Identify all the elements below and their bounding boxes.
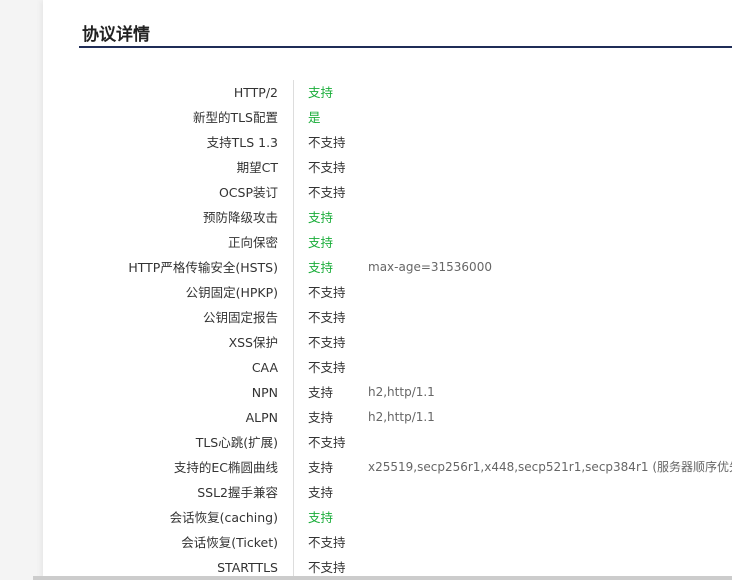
row-label: HTTP/2: [233, 85, 278, 100]
row-value: 支持: [308, 385, 334, 400]
row-value: 不支持: [308, 135, 346, 150]
row-value: 不支持: [308, 185, 346, 200]
row-label: HTTP严格传输安全(HSTS): [128, 260, 278, 275]
row-label: 会话恢复(caching): [169, 510, 278, 525]
row-value: 不支持: [308, 360, 346, 375]
table-row: HTTP严格传输安全(HSTS) 支持 max-age=31536000: [0, 255, 732, 280]
table-row: 公钥固定报告 不支持: [0, 305, 732, 330]
row-label: 支持的EC椭圆曲线: [173, 460, 278, 475]
row-value: 支持: [308, 510, 334, 525]
row-value: 支持: [308, 410, 334, 425]
table-row: 会话恢复(caching) 支持: [0, 505, 732, 530]
row-label: NPN: [251, 385, 278, 400]
table-row: HTTP/2 支持: [0, 80, 732, 105]
row-label: TLS心跳(扩展): [195, 435, 278, 450]
row-detail: h2,http/1.1: [368, 385, 435, 399]
row-label: 期望CT: [236, 160, 278, 175]
row-label: XSS保护: [228, 335, 278, 350]
table-row: OCSP装订 不支持: [0, 180, 732, 205]
table-row: 期望CT 不支持: [0, 155, 732, 180]
row-label: CAA: [251, 360, 278, 375]
row-value: 不支持: [308, 285, 346, 300]
row-label: 正向保密: [227, 235, 278, 250]
table-row: 正向保密 支持: [0, 230, 732, 255]
table-row: 预防降级攻击 支持: [0, 205, 732, 230]
row-value: 不支持: [308, 535, 346, 550]
row-value: 不支持: [308, 435, 346, 450]
table-row: ALPN 支持 h2,http/1.1: [0, 405, 732, 430]
table-row: XSS保护 不支持: [0, 330, 732, 355]
row-detail: max-age=31536000: [368, 260, 492, 274]
row-value: 支持: [308, 210, 334, 225]
row-value: 不支持: [308, 160, 346, 175]
table-row: 会话恢复(Ticket) 不支持: [0, 530, 732, 555]
table-row: 支持的EC椭圆曲线 支持 x25519,secp256r1,x448,secp5…: [0, 455, 732, 480]
row-value: 不支持: [308, 310, 346, 325]
row-label: 会话恢复(Ticket): [181, 535, 278, 550]
row-label: 新型的TLS配置: [192, 110, 278, 125]
row-value: 是: [308, 110, 321, 125]
row-label: 公钥固定报告: [202, 310, 278, 325]
row-detail: h2,http/1.1: [368, 410, 435, 424]
row-value: 支持: [308, 235, 334, 250]
horizontal-scrollbar[interactable]: [33, 576, 732, 580]
table-row: CAA 不支持: [0, 355, 732, 380]
row-detail: x25519,secp256r1,x448,secp521r1,secp384r…: [368, 460, 732, 474]
row-value: 支持: [308, 485, 334, 500]
row-label: 公钥固定(HPKP): [185, 285, 278, 300]
title-underline: [79, 46, 732, 48]
row-value: 支持: [308, 85, 334, 100]
section-title: 协议详情: [82, 25, 150, 45]
table-row: 新型的TLS配置 是: [0, 105, 732, 130]
table-row: 公钥固定(HPKP) 不支持: [0, 280, 732, 305]
table-row: SSL2握手兼容 支持: [0, 480, 732, 505]
row-value: 不支持: [308, 335, 346, 350]
table-row: 支持TLS 1.3 不支持: [0, 130, 732, 155]
row-value: 支持: [308, 260, 334, 275]
row-label: SSL2握手兼容: [197, 485, 278, 500]
row-label: 预防降级攻击: [202, 210, 278, 225]
row-label: ALPN: [245, 410, 278, 425]
row-label: 支持TLS 1.3: [206, 135, 278, 150]
table-row: NPN 支持 h2,http/1.1: [0, 380, 732, 405]
row-label: OCSP装订: [218, 185, 278, 200]
table-row: TLS心跳(扩展) 不支持: [0, 430, 732, 455]
row-value: 支持: [308, 460, 334, 475]
